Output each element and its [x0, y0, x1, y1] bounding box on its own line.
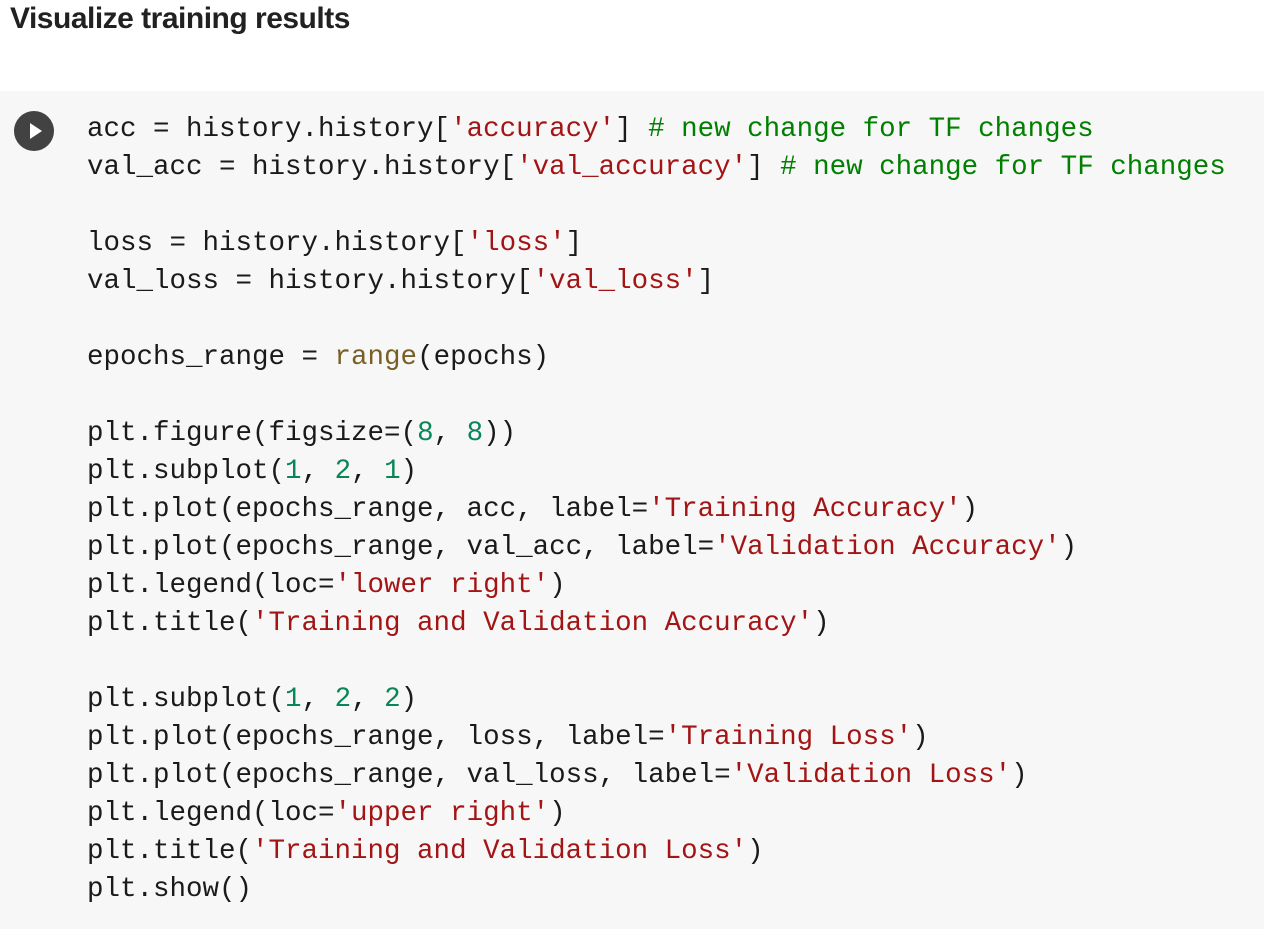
code-line: plt.plot(epochs_range, val_loss, label='… — [87, 757, 1226, 795]
code-token: ] — [615, 114, 649, 145]
number-token: 8 — [466, 418, 484, 449]
string-token: 'Training Accuracy' — [648, 494, 962, 525]
code-line: val_acc = history.history['val_accuracy'… — [87, 149, 1226, 187]
code-token: (epochs) — [417, 342, 550, 373]
code-token: ) — [549, 798, 566, 829]
code-token: ] — [747, 152, 781, 183]
code-token: , — [351, 684, 385, 715]
code-line: loss = history.history['loss'] — [87, 225, 1226, 263]
code-token: plt.plot(epochs_range, acc, label= — [87, 494, 649, 525]
code-token: plt.title( — [87, 608, 253, 639]
number-token: 2 — [334, 684, 352, 715]
code-token: epochs_range = — [87, 342, 335, 373]
code-token: plt.subplot( — [87, 456, 286, 487]
code-token: )) — [483, 418, 517, 449]
code-token: , — [301, 456, 335, 487]
number-token: 2 — [384, 684, 401, 715]
code-token: ) — [813, 608, 830, 639]
number-token: 1 — [384, 456, 401, 487]
code-line: plt.title('Training and Validation Accur… — [87, 605, 1226, 643]
code-token: ) — [1060, 532, 1078, 563]
run-cell-button[interactable] — [14, 111, 54, 151]
code-token: ) — [400, 684, 418, 715]
section-heading: Visualize training results — [10, 2, 350, 35]
code-token: plt.plot(epochs_range, val_acc, label= — [87, 532, 715, 563]
code-line: epochs_range = range(epochs) — [87, 339, 1226, 377]
code-editor[interactable]: acc = history.history['accuracy'] # new … — [87, 111, 1226, 909]
code-token: ) — [400, 456, 418, 487]
string-token: 'accuracy' — [450, 114, 616, 145]
code-line: acc = history.history['accuracy'] # new … — [87, 111, 1226, 149]
string-token: 'loss' — [466, 228, 566, 259]
number-token: 8 — [417, 418, 434, 449]
code-token: plt.figure(figsize=( — [87, 418, 418, 449]
string-token: 'val_loss' — [532, 266, 698, 297]
code-token: val_loss = history.history[ — [87, 266, 533, 297]
play-icon — [30, 123, 42, 139]
code-token: , — [433, 418, 467, 449]
code-cell[interactable]: acc = history.history['accuracy'] # new … — [0, 91, 1264, 929]
builtin-token: range — [334, 342, 418, 373]
code-token: ] — [697, 266, 715, 297]
code-token: plt.legend(loc= — [87, 798, 335, 829]
code-token: plt.show() — [87, 874, 253, 905]
code-token: loss = history.history[ — [87, 228, 467, 259]
string-token: 'Training and Validation Loss' — [252, 836, 748, 867]
code-token: val_acc = history.history[ — [87, 152, 517, 183]
code-line: plt.legend(loc='upper right') — [87, 795, 1226, 833]
code-line: plt.plot(epochs_range, acc, label='Train… — [87, 491, 1226, 529]
code-token: ) — [961, 494, 979, 525]
code-line: plt.plot(epochs_range, loss, label='Trai… — [87, 719, 1226, 757]
code-line: plt.title('Training and Validation Loss'… — [87, 833, 1226, 871]
number-token: 1 — [285, 456, 302, 487]
code-line: plt.subplot(1, 2, 2) — [87, 681, 1226, 719]
code-token: plt.plot(epochs_range, loss, label= — [87, 722, 665, 753]
comment-token: # new change for TF changes — [780, 152, 1226, 183]
string-token: 'lower right' — [334, 570, 550, 601]
number-token: 1 — [285, 684, 302, 715]
code-token: ) — [1011, 760, 1028, 791]
code-token: , — [351, 456, 385, 487]
string-token: 'Training Loss' — [664, 722, 913, 753]
string-token: 'Training and Validation Accuracy' — [252, 608, 814, 639]
code-token: ) — [549, 570, 566, 601]
code-line: plt.legend(loc='lower right') — [87, 567, 1226, 605]
comment-token: # new change for TF changes — [648, 114, 1094, 145]
string-token: 'upper right' — [334, 798, 550, 829]
code-token: ) — [747, 836, 764, 867]
code-line: plt.plot(epochs_range, val_acc, label='V… — [87, 529, 1226, 567]
code-token: plt.legend(loc= — [87, 570, 335, 601]
code-token: plt.subplot( — [87, 684, 286, 715]
code-token: , — [301, 684, 335, 715]
code-token: ] — [565, 228, 583, 259]
number-token: 2 — [334, 456, 352, 487]
string-token: 'Validation Accuracy' — [714, 532, 1061, 563]
string-token: 'Validation Loss' — [730, 760, 1012, 791]
string-token: 'val_accuracy' — [516, 152, 748, 183]
code-line: plt.figure(figsize=(8, 8)) — [87, 415, 1226, 453]
code-line: val_loss = history.history['val_loss'] — [87, 263, 1226, 301]
code-token: plt.title( — [87, 836, 253, 867]
code-token: acc = history.history[ — [87, 114, 451, 145]
code-line: plt.show() — [87, 871, 1226, 909]
code-line: plt.subplot(1, 2, 1) — [87, 453, 1226, 491]
code-token: ) — [912, 722, 929, 753]
code-token: plt.plot(epochs_range, val_loss, label= — [87, 760, 731, 791]
